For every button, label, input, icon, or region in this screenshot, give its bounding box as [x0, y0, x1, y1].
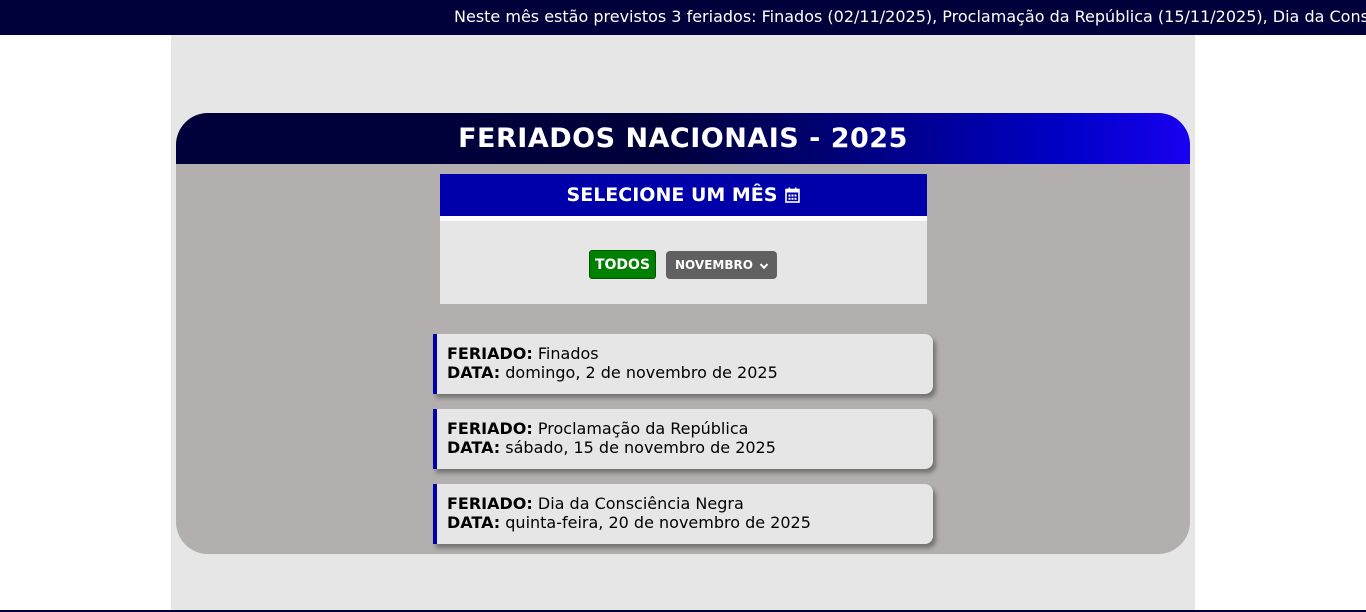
holiday-date-label: DATA:	[447, 438, 501, 457]
holiday-name-line: FERIADO: Dia da Consciência Negra	[447, 494, 933, 513]
holiday-card: FERIADO: Proclamação da República DATA: …	[433, 409, 933, 469]
ticker-bar: Neste mês estão previstos 3 feriados: Fi…	[0, 0, 1366, 35]
holiday-date-line: DATA: quinta-feira, 20 de novembro de 20…	[447, 513, 933, 532]
holiday-name-label: FERIADO:	[447, 419, 533, 438]
holiday-date-line: DATA: sábado, 15 de novembro de 2025	[447, 438, 933, 457]
holiday-name: Dia da Consciência Negra	[537, 494, 744, 513]
holiday-card: FERIADO: Finados DATA: domingo, 2 de nov…	[433, 334, 933, 394]
holiday-date-label: DATA:	[447, 363, 501, 382]
holiday-date: quinta-feira, 20 de novembro de 2025	[505, 513, 811, 532]
holiday-name-line: FERIADO: Proclamação da República	[447, 419, 933, 438]
page-title: FERIADOS NACIONAIS - 2025	[458, 123, 908, 154]
month-selector-title: SELECIONE UM MÊS	[566, 184, 778, 206]
month-selector: SELECIONE UM MÊS TODOS NOVEMBRO	[440, 174, 927, 304]
holiday-name: Proclamação da República	[537, 419, 749, 438]
holiday-name: Finados	[537, 344, 599, 363]
month-select-value: NOVEMBRO	[675, 258, 753, 272]
holiday-ticker-text: Neste mês estão previstos 3 feriados: Fi…	[454, 7, 1366, 26]
chevron-down-icon	[759, 260, 769, 270]
holiday-date-label: DATA:	[447, 513, 501, 532]
holiday-date: sábado, 15 de novembro de 2025	[505, 438, 776, 457]
month-selector-header: SELECIONE UM MÊS	[440, 174, 927, 221]
panel-header: FERIADOS NACIONAIS - 2025	[176, 113, 1190, 164]
month-select[interactable]: NOVEMBRO	[666, 251, 777, 279]
calendar-icon	[785, 187, 801, 203]
holiday-name-label: FERIADO:	[447, 344, 533, 363]
all-months-button[interactable]: TODOS	[589, 250, 656, 279]
holiday-date: domingo, 2 de novembro de 2025	[505, 363, 778, 382]
holiday-card: FERIADO: Dia da Consciência Negra DATA: …	[433, 484, 933, 544]
holiday-name-label: FERIADO:	[447, 494, 533, 513]
holiday-name-line: FERIADO: Finados	[447, 344, 933, 363]
holiday-date-line: DATA: domingo, 2 de novembro de 2025	[447, 363, 933, 382]
holidays-panel: FERIADOS NACIONAIS - 2025 SELECIONE UM M…	[176, 113, 1190, 554]
